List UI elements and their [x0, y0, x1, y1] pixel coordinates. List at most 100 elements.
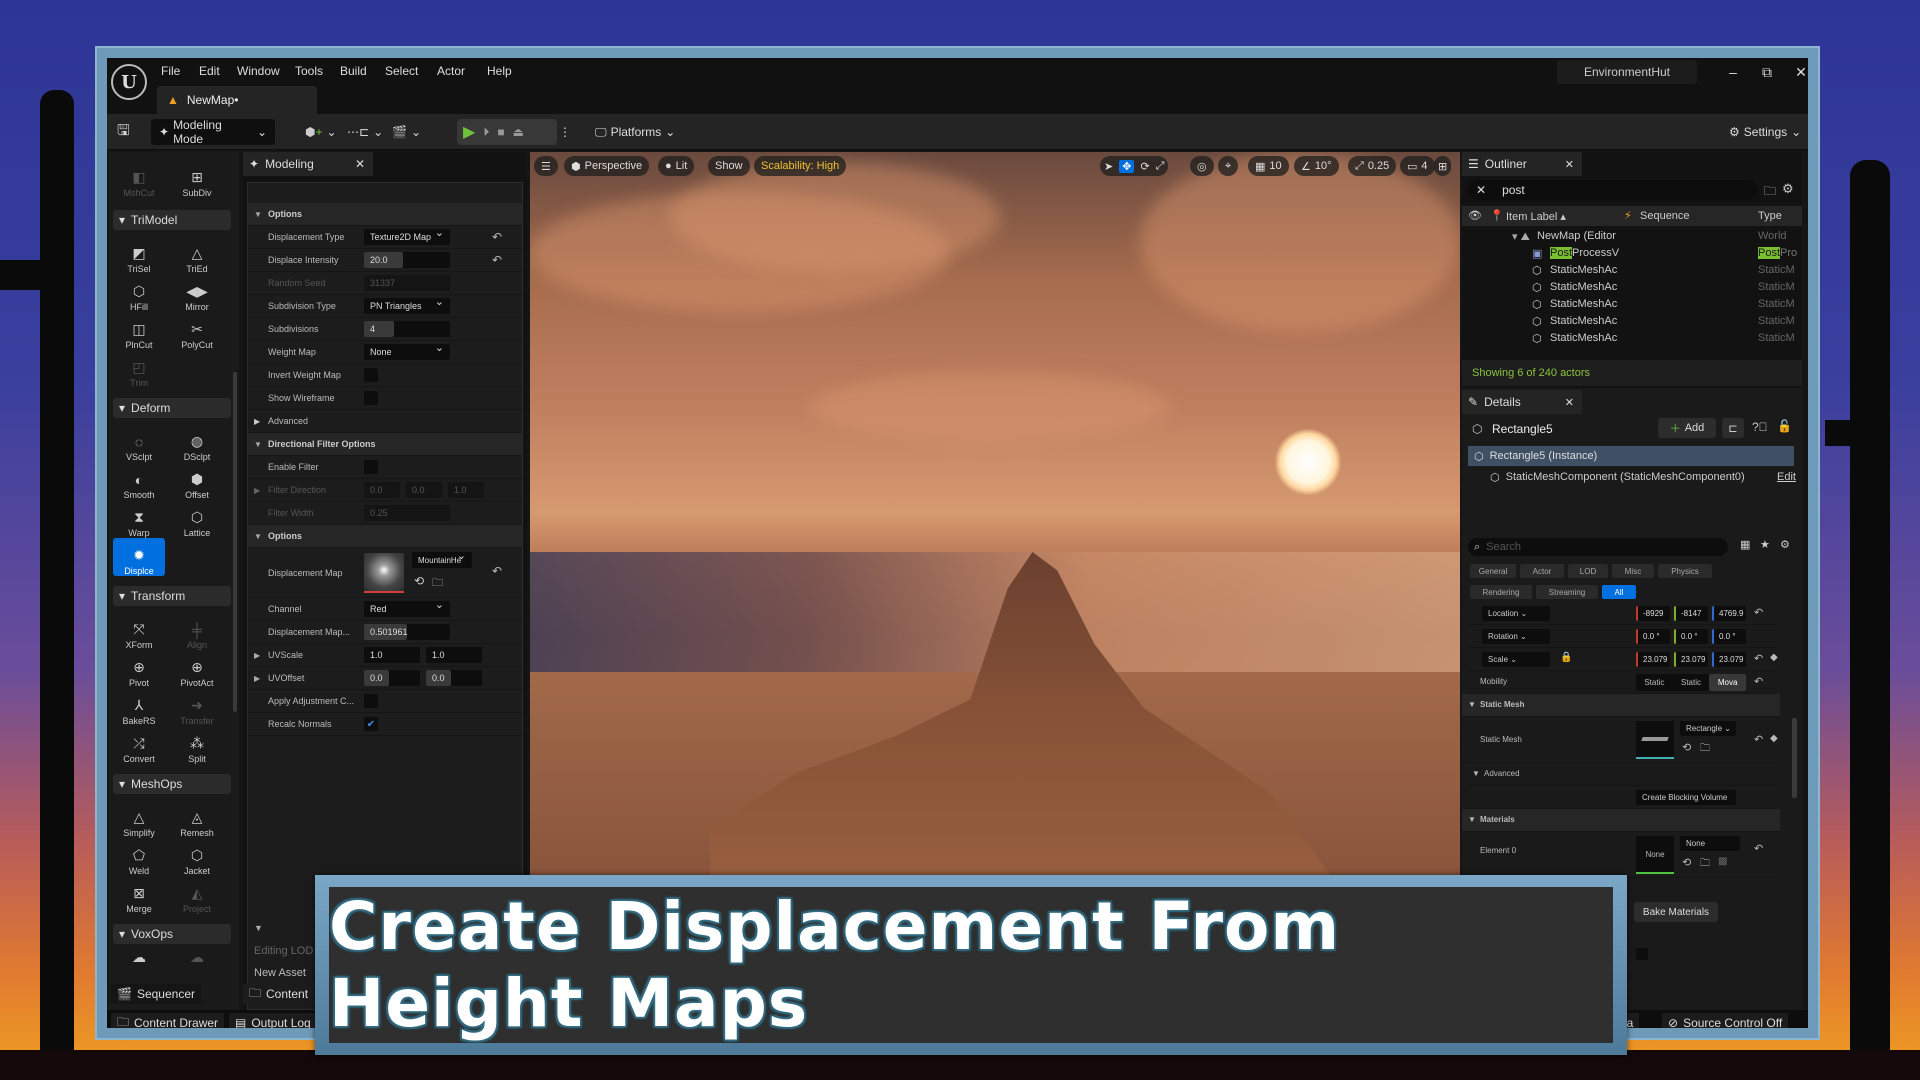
gear-icon[interactable]: ⚙ [1782, 181, 1794, 197]
table-view-icon[interactable]: ▦ [1740, 538, 1750, 551]
tool-transfer[interactable]: ➜ Transfer [171, 688, 223, 726]
browse-asset-icon[interactable]: 🗀 [432, 574, 443, 593]
rotate-mode-icon[interactable]: ⟳ [1140, 160, 1149, 173]
tool-project[interactable]: ◭ Project [171, 876, 223, 914]
filter-misc[interactable]: Misc [1612, 564, 1654, 578]
uvoffset-y[interactable]: 0.0 [426, 670, 482, 686]
outliner-row[interactable]: ⬡ StaticMeshAc StaticM [1462, 315, 1802, 332]
mobility-stationary[interactable]: Static [1673, 674, 1710, 691]
tool-remesh[interactable]: ◬ Remesh [171, 800, 223, 838]
outliner-row[interactable]: ⬡ StaticMeshAc StaticM [1462, 281, 1802, 298]
subdivisions-slider[interactable]: 4 [364, 321, 450, 337]
menu-file[interactable]: File [161, 64, 180, 84]
displacement-type-dropdown[interactable]: Texture2D Map [364, 226, 450, 245]
rotation-x[interactable]: 0.0 ° [1636, 629, 1670, 644]
grid-snap-button[interactable]: ▦ 10 [1248, 156, 1289, 176]
add-folder-icon[interactable]: 🗀 [1764, 182, 1776, 203]
tool-offset[interactable]: ⬢ Offset [171, 462, 223, 500]
subdivision-type-dropdown[interactable]: PN Triangles [364, 295, 450, 314]
tool-merge[interactable]: ⊠ Merge [113, 876, 165, 914]
section-options[interactable]: ▼ Options [248, 203, 522, 226]
menu-build[interactable]: Build [340, 64, 367, 84]
sequencer-tab[interactable]: 🎬 Sequencer [111, 984, 201, 1004]
section-static-mesh[interactable]: ▼ Static Mesh [1462, 694, 1780, 717]
document-tab-newmap[interactable]: ▲ NewMap• [157, 86, 317, 114]
tool-xform[interactable]: ⤧ XForm [113, 612, 165, 650]
details-scrollbar[interactable] [1792, 718, 1797, 798]
recalc-normals-checkbox[interactable]: ✔ [364, 717, 378, 731]
step-icon[interactable]: ⏵ [483, 125, 489, 140]
angle-snap-button[interactable]: ∠ 10° [1294, 156, 1339, 176]
gear-icon[interactable]: ⚙ [1780, 538, 1790, 551]
cinematics-button[interactable]: 🎬 ⌄ [392, 119, 421, 145]
platforms-dropdown[interactable]: 🖵 Platforms ⌄ [595, 119, 675, 145]
mode-dropdown[interactable]: ✦ Modeling Mode ⌄ [151, 118, 275, 146]
blueprint-button[interactable]: ⋯⊏ ⌄ [347, 119, 383, 145]
stop-icon[interactable]: ■ [497, 125, 504, 139]
scale-x[interactable]: 23.079 [1636, 652, 1670, 667]
details-search-input[interactable]: ⌕ Search [1468, 538, 1728, 556]
tab-details[interactable]: ✎ Details ✕ [1462, 390, 1582, 414]
tool-lattice[interactable]: ⬡ Lattice [171, 500, 223, 538]
tool-mshcut[interactable]: ◧ MshCut [113, 160, 165, 198]
displacement-map-asset-dropdown[interactable]: MountainHe [412, 549, 472, 568]
browse-asset-icon[interactable]: 🗀 [1700, 741, 1710, 758]
material-thumbnail[interactable]: None [1636, 836, 1674, 874]
category-deform[interactable]: ▾ Deform [113, 398, 231, 418]
expand-arrow-icon[interactable]: ▾ ⛰ [1512, 230, 1530, 244]
lock-icon[interactable]: 🔒 [1560, 652, 1572, 663]
filter-streaming[interactable]: Streaming [1536, 585, 1598, 599]
component-instance-row[interactable]: ⬡ Rectangle5 (Instance) [1468, 446, 1794, 466]
create-blocking-volume-dropdown[interactable]: Create Blocking Volume [1636, 790, 1736, 805]
component-row[interactable]: ⬡ StaticMeshComponent (StaticMeshComponen… [1490, 468, 1796, 486]
clear-search-icon[interactable]: ✕ [1476, 183, 1486, 197]
filter-physics[interactable]: Physics [1658, 564, 1712, 578]
tool-bakers[interactable]: ⅄ BakeRS [113, 688, 165, 726]
outliner-row[interactable]: ⬡ StaticMeshAc StaticM [1462, 332, 1802, 349]
displace-intensity-slider[interactable]: 20.0 [364, 252, 450, 268]
content-tab[interactable]: 🗀 Content [243, 984, 315, 1004]
mobility-static[interactable]: Static [1636, 674, 1673, 691]
section-directional-filter[interactable]: ▼ Directional Filter Options [248, 433, 522, 456]
column-sequence[interactable]: Sequence [1640, 210, 1690, 222]
source-control-button[interactable]: ⊘ Source Control Off [1662, 1013, 1789, 1028]
tool-convert[interactable]: ⤮ Convert [113, 726, 165, 764]
menu-tools[interactable]: Tools [295, 64, 323, 84]
reset-icon[interactable]: ↶ [492, 230, 502, 244]
close-tab-icon[interactable]: ✕ [1565, 158, 1574, 171]
rotation-dropdown[interactable]: Rotation ⌄ [1482, 629, 1550, 644]
menu-actor[interactable]: Actor [437, 64, 465, 84]
triangle-down-icon[interactable]: ▼ [254, 923, 263, 933]
tool-mirror[interactable]: ◀▶ Mirror [171, 274, 223, 312]
invert-weight-map-checkbox[interactable] [364, 368, 378, 382]
static-mesh-dropdown[interactable]: Rectangle ⌄ [1680, 721, 1736, 736]
uvscale-y[interactable]: 1.0 [426, 647, 482, 663]
mobility-movable[interactable]: Mova [1709, 674, 1747, 691]
tool-align[interactable]: ╪ Align [171, 612, 223, 650]
tool-trisel[interactable]: ◩ TriSel [113, 236, 165, 274]
play-icon[interactable]: ▶ [463, 122, 475, 142]
material-checker-icon[interactable]: ▩ [1718, 856, 1727, 867]
toolbox-scrollbar[interactable] [233, 372, 237, 712]
content-drawer-button[interactable]: 🗀 Content Drawer [111, 1013, 225, 1028]
tool-weld[interactable]: ⬠ Weld [113, 838, 165, 876]
eject-icon[interactable]: ⏏ [513, 125, 524, 139]
tool-voxel-2[interactable]: ☁ [171, 948, 223, 968]
section-advanced[interactable]: ▶ Advanced [248, 410, 522, 433]
channel-dropdown[interactable]: Red [364, 598, 450, 617]
filter-lod[interactable]: LOD [1568, 564, 1608, 578]
visibility-eye-icon[interactable]: 👁 [1468, 209, 1482, 222]
reset-icon[interactable]: ↶ [1754, 652, 1763, 665]
tool-displace[interactable]: ✹ Displce [113, 538, 165, 576]
static-mesh-thumbnail[interactable] [1636, 721, 1674, 759]
section-materials[interactable]: ▼ Materials [1462, 809, 1780, 832]
tab-modeling[interactable]: ✦ Modeling ✕ [243, 152, 373, 176]
rotation-y[interactable]: 0.0 ° [1674, 629, 1708, 644]
category-trimodel[interactable]: ▾ TriModel [113, 210, 231, 230]
close-tab-icon[interactable]: ✕ [355, 157, 365, 171]
bake-materials-button[interactable]: Bake Materials [1634, 902, 1718, 922]
tool-simplify[interactable]: △ Simplify [113, 800, 165, 838]
location-x[interactable]: -8929 [1636, 606, 1670, 621]
use-selected-asset-icon[interactable]: ⟲ [1682, 856, 1691, 869]
filter-rendering[interactable]: Rendering [1470, 585, 1532, 599]
